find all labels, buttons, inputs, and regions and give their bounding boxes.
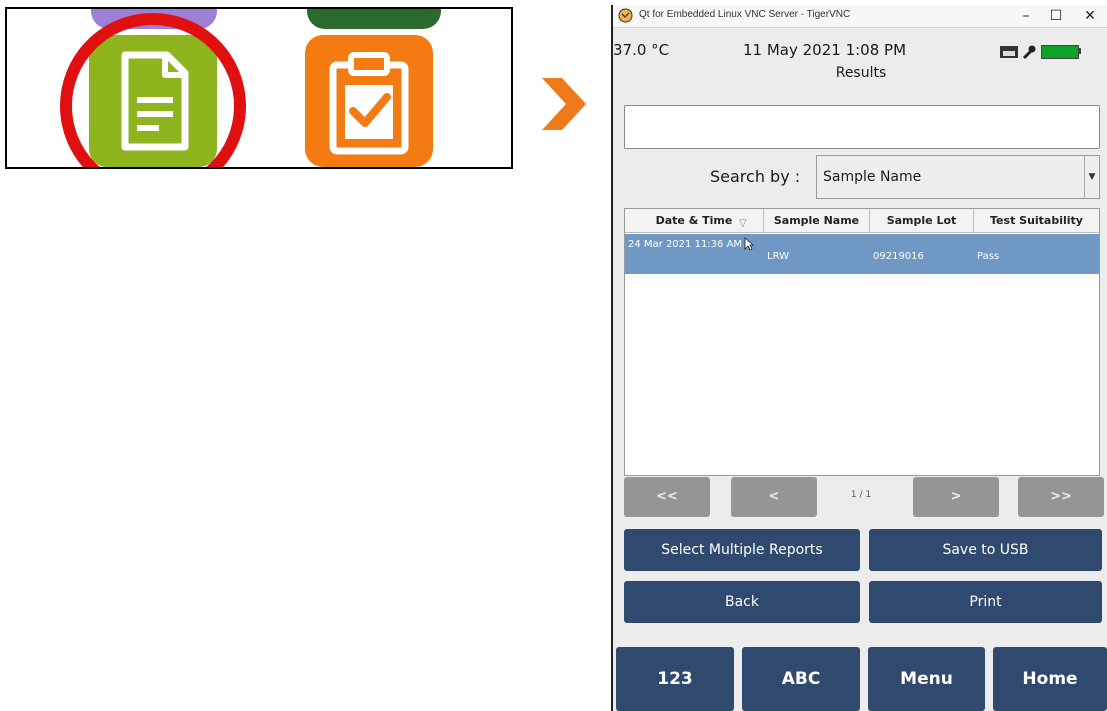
- search-by-value: Sample Name: [823, 169, 922, 185]
- column-header-date[interactable]: Date & Time ▽: [625, 209, 764, 233]
- sort-icon: ▽: [739, 218, 747, 229]
- results-table: Date & Time ▽ Sample Name Sample Lot Tes…: [624, 208, 1100, 476]
- vnc-window: Qt for Embedded Linux VNC Server - Tiger…: [611, 5, 1107, 711]
- cell-sample-name: LRW: [767, 251, 790, 262]
- tests-app-icon[interactable]: [305, 35, 433, 167]
- status-icons: [999, 44, 1105, 60]
- close-button[interactable]: ✕: [1073, 5, 1107, 27]
- select-multiple-reports-button[interactable]: Select Multiple Reports: [624, 529, 860, 571]
- minimize-button[interactable]: –: [1009, 5, 1043, 27]
- table-row[interactable]: 24 Mar 2021 11:36 AM LRW 09219016 Pass: [625, 234, 1099, 274]
- back-button[interactable]: Back: [624, 581, 860, 623]
- window-title: Qt for Embedded Linux VNC Server - Tiger…: [639, 9, 851, 20]
- column-header-label: Date & Time: [655, 214, 733, 227]
- home-button[interactable]: Home: [993, 647, 1107, 711]
- highlight-circle: [60, 13, 246, 167]
- temperature-readout: 37.0 °C: [613, 41, 670, 59]
- wrench-icon: [1022, 45, 1036, 60]
- search-by-label: Search by :: [710, 167, 801, 186]
- first-page-button[interactable]: <<: [624, 477, 710, 517]
- window-titlebar: Qt for Embedded Linux VNC Server - Tiger…: [613, 5, 1107, 28]
- previous-page-button[interactable]: <: [731, 477, 817, 517]
- page-title: Results: [835, 65, 887, 81]
- mouse-cursor-icon: [744, 237, 754, 251]
- tigervnc-icon: [618, 8, 633, 23]
- search-input[interactable]: [624, 105, 1100, 149]
- numeric-keyboard-button[interactable]: 123: [616, 647, 734, 711]
- dropdown-arrow-icon[interactable]: ▼: [1084, 156, 1099, 198]
- partial-app-tile-green: [307, 9, 441, 29]
- cell-test-suitability: Pass: [977, 251, 1000, 262]
- printer-icon: [1000, 46, 1018, 58]
- alpha-keyboard-button[interactable]: ABC: [742, 647, 860, 711]
- next-page-button[interactable]: >: [913, 477, 999, 517]
- column-header-sample-name[interactable]: Sample Name: [764, 209, 870, 233]
- page-indicator: 1 / 1: [850, 490, 872, 500]
- column-header-test-suitability[interactable]: Test Suitability: [974, 209, 1099, 233]
- save-to-usb-button[interactable]: Save to USB: [869, 529, 1102, 571]
- datetime-readout: 11 May 2021 1:08 PM: [743, 41, 907, 59]
- menu-button[interactable]: Menu: [868, 647, 985, 711]
- clipboard-check-icon: [329, 52, 409, 155]
- battery-tip: [1078, 48, 1081, 54]
- search-by-select[interactable]: Sample Name ▼: [816, 155, 1100, 199]
- zoomed-icon-panel: [5, 7, 513, 169]
- column-header-sample-lot[interactable]: Sample Lot: [870, 209, 974, 233]
- last-page-button[interactable]: >>: [1018, 477, 1104, 517]
- print-button[interactable]: Print: [869, 581, 1102, 623]
- maximize-button[interactable]: ☐: [1039, 5, 1073, 27]
- cell-sample-lot: 09219016: [873, 251, 924, 262]
- battery-icon: [1041, 45, 1079, 59]
- chevron-right-icon: [542, 78, 586, 130]
